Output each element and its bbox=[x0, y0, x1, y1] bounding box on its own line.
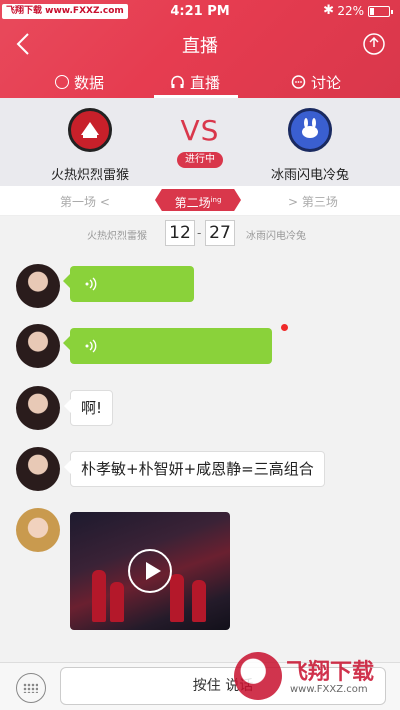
tab-bar: 数据 直播 讨论 bbox=[0, 66, 400, 98]
match-panel: 火热炽烈雷猴 VS 进行中 冰雨闪电冷兔 bbox=[0, 98, 400, 186]
round-selector: 第一场 < 第二场ing > 第三场 bbox=[0, 186, 400, 216]
score-right: 27 bbox=[205, 220, 235, 246]
tab-discuss[interactable]: 讨论 bbox=[291, 70, 341, 94]
brand-name: 飞翔下载 bbox=[286, 660, 375, 685]
tab-label: 直播 bbox=[190, 73, 221, 92]
header: 飞翔下载 www.FXXZ.com 4:21 PM ✱ 22% 直播 数据 直播 bbox=[0, 0, 400, 98]
chart-icon bbox=[55, 75, 69, 89]
list-item: 啊! bbox=[0, 386, 400, 430]
tab-label: 讨论 bbox=[311, 73, 342, 92]
battery-icon bbox=[368, 6, 393, 17]
video-figure bbox=[192, 580, 206, 622]
brand-watermark: 飞翔下载 www.FXXZ.com bbox=[232, 648, 396, 704]
list-item: 朴孝敏+朴智妍+咸恩静=三高组合 bbox=[0, 447, 400, 491]
avatar[interactable] bbox=[16, 508, 60, 552]
tab-data[interactable]: 数据 bbox=[55, 70, 104, 94]
score-team-right: 冰雨闪电冷兔 bbox=[246, 231, 306, 242]
brand-logo-icon bbox=[234, 652, 282, 700]
bluetooth-icon: ✱ bbox=[323, 3, 334, 18]
video-figure bbox=[92, 570, 106, 622]
keyboard-icon[interactable] bbox=[16, 673, 46, 703]
scoreboard: 火热炽烈雷猴 12 - 27 冰雨闪电冷兔 bbox=[0, 218, 400, 248]
team-right-name: 冰雨闪电冷兔 bbox=[270, 168, 349, 183]
avatar[interactable] bbox=[16, 264, 60, 308]
video-message[interactable] bbox=[70, 512, 230, 630]
match-status-badge: 进行中 bbox=[177, 152, 223, 168]
round-prev[interactable]: 第一场 < bbox=[60, 193, 110, 210]
team-left-name: 火热炽烈雷猴 bbox=[50, 168, 129, 183]
status-bar: 飞翔下载 www.FXXZ.com 4:21 PM ✱ 22% bbox=[0, 0, 400, 22]
brand-url: www.FXXZ.com bbox=[290, 684, 368, 695]
list-item bbox=[0, 324, 400, 368]
score-left: 12 bbox=[165, 220, 195, 246]
round-current[interactable]: 第二场ing bbox=[155, 189, 241, 211]
unread-dot bbox=[281, 324, 288, 331]
score-team-left: 火热炽烈雷猴 bbox=[87, 231, 147, 242]
headphones-icon bbox=[171, 75, 184, 88]
voice-message[interactable] bbox=[63, 266, 194, 302]
nav-bar: 直播 bbox=[0, 24, 400, 64]
battery-percent: 22% bbox=[337, 4, 364, 18]
voice-wave-icon bbox=[85, 339, 97, 353]
team-right-logo-icon bbox=[288, 108, 332, 152]
chat-icon bbox=[291, 74, 306, 89]
round-next[interactable]: > 第三场 bbox=[288, 193, 338, 210]
team-right[interactable]: 冰雨闪电冷兔 bbox=[245, 108, 375, 183]
text-message[interactable]: 朴孝敏+朴智妍+咸恩静=三高组合 bbox=[64, 451, 325, 487]
tab-live[interactable]: 直播 bbox=[170, 70, 220, 94]
tab-label: 数据 bbox=[74, 73, 105, 92]
score-separator: - bbox=[197, 226, 202, 240]
avatar[interactable] bbox=[16, 324, 60, 368]
avatar[interactable] bbox=[16, 386, 60, 430]
avatar[interactable] bbox=[16, 447, 60, 491]
text-message[interactable]: 啊! bbox=[63, 390, 114, 426]
list-item bbox=[0, 508, 400, 632]
list-item bbox=[0, 264, 400, 308]
page-title: 直播 bbox=[182, 36, 218, 57]
voice-wave-icon bbox=[85, 277, 97, 291]
voice-message[interactable] bbox=[63, 328, 272, 364]
video-figure bbox=[170, 574, 184, 622]
video-figure bbox=[110, 582, 124, 622]
play-icon[interactable] bbox=[128, 549, 172, 593]
share-icon[interactable] bbox=[362, 32, 386, 56]
